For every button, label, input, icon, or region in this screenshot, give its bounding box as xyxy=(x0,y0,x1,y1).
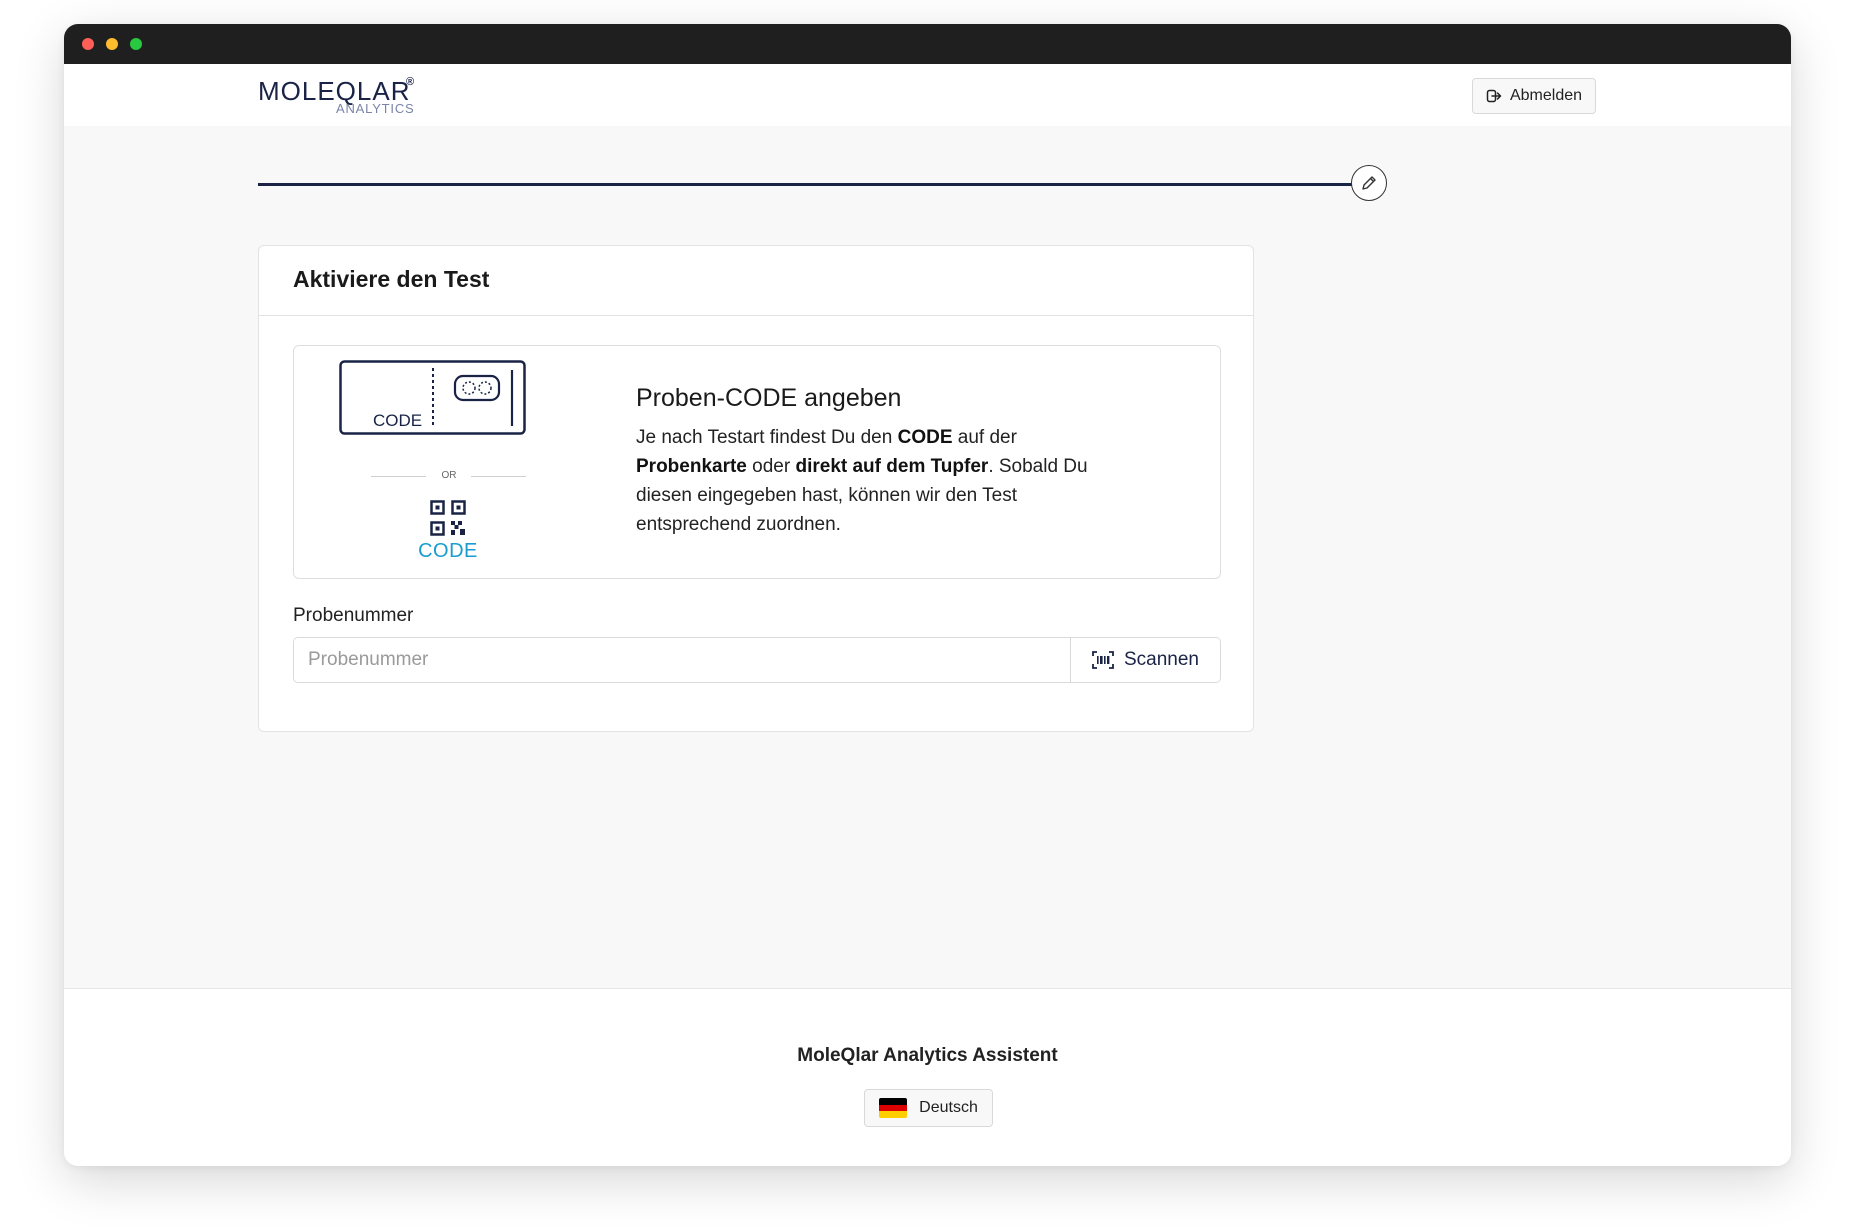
qr-code-label: CODE xyxy=(418,540,478,562)
card-title: Aktiviere den Test xyxy=(293,266,490,292)
qr-code-icon xyxy=(430,500,466,536)
sample-code-info-box: CODE OR CODE Proben-CODE angeben Je nach… xyxy=(293,345,1221,579)
info-heading: Proben-CODE angeben xyxy=(636,384,902,412)
sample-card-illustration xyxy=(339,360,526,435)
navbar: MOLEQLAR ® ANALYTICS Abmelden xyxy=(64,64,1791,126)
or-divider-label: OR xyxy=(441,470,457,481)
language-label: Deutsch xyxy=(919,1099,978,1116)
progress-end-marker xyxy=(1351,165,1387,201)
sample-number-input-group: Scannen xyxy=(293,637,1221,683)
logout-icon xyxy=(1486,89,1502,103)
info-text: Je nach Testart findest Du den CODE auf … xyxy=(636,423,1106,539)
window-titlebar xyxy=(64,24,1791,64)
sample-number-input[interactable] xyxy=(294,638,1070,682)
logo-registered-mark: ® xyxy=(406,76,415,88)
maximize-window-dot[interactable] xyxy=(130,38,142,50)
app-content: MOLEQLAR ® ANALYTICS Abmelden Aktiviere … xyxy=(64,64,1791,1166)
barcode-scan-icon xyxy=(1092,651,1114,669)
info-text-part: oder xyxy=(746,456,796,477)
info-text-bold-probenkarte: Probenkarte xyxy=(636,456,747,477)
sample-number-label: Probenummer xyxy=(293,605,414,626)
language-selector[interactable]: Deutsch xyxy=(864,1089,993,1127)
flag-stripe-red xyxy=(879,1104,908,1112)
activate-test-card: Aktiviere den Test CODE OR CODE Proben-C… xyxy=(258,245,1254,732)
flag-stripe-gold xyxy=(879,1111,908,1118)
or-divider: OR xyxy=(371,470,526,484)
moleqlar-logo[interactable]: MOLEQLAR ® ANALYTICS xyxy=(258,76,418,118)
german-flag-icon xyxy=(879,1098,908,1118)
logout-label: Abmelden xyxy=(1509,87,1583,104)
info-text-part: Je nach Testart findest Du den xyxy=(636,427,898,448)
scan-button[interactable]: Scannen xyxy=(1070,638,1220,682)
card-code-label: CODE xyxy=(373,411,423,430)
or-divider-line-left xyxy=(371,476,426,477)
minimize-window-dot[interactable] xyxy=(106,38,118,50)
logout-button[interactable]: Abmelden xyxy=(1472,78,1596,114)
progress-bar xyxy=(258,183,1352,186)
or-divider-line-right xyxy=(471,476,526,477)
info-text-bold-tupfer: direkt auf dem Tupfer xyxy=(795,456,989,477)
close-window-dot[interactable] xyxy=(82,38,94,50)
info-text-part: auf der xyxy=(952,427,1017,448)
logo-sub-text: ANALYTICS xyxy=(336,101,415,116)
pencil-icon xyxy=(1362,176,1376,190)
card-header: Aktiviere den Test xyxy=(259,246,1253,316)
scan-label: Scannen xyxy=(1123,649,1199,670)
footer: MoleQlar Analytics Assistent Deutsch xyxy=(64,988,1791,1166)
flag-stripe-black xyxy=(879,1098,908,1105)
info-text-bold-code: CODE xyxy=(897,427,953,448)
footer-title: MoleQlar Analytics Assistent xyxy=(797,1045,1058,1066)
browser-window: MOLEQLAR ® ANALYTICS Abmelden Aktiviere … xyxy=(64,24,1791,1166)
